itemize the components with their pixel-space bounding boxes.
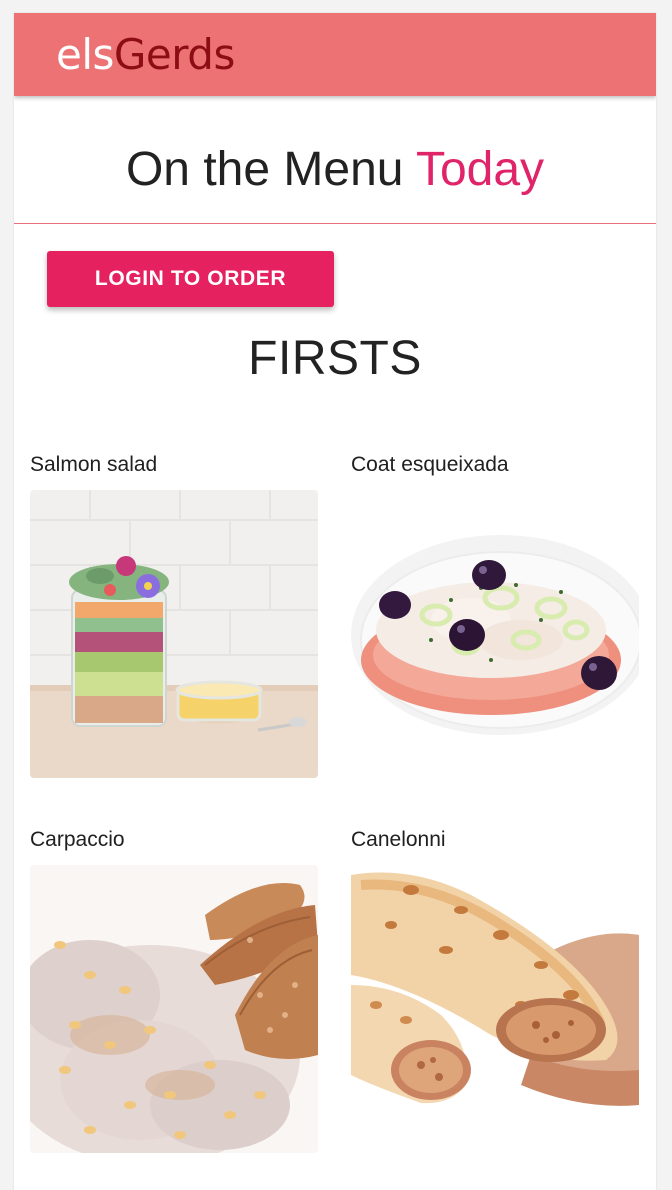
dish-name: Coat esqueixada bbox=[351, 453, 509, 476]
dish-name: Salmon salad bbox=[30, 453, 158, 476]
browser-viewport: elsGerds On the Menu Today LOGIN TO ORDE… bbox=[0, 0, 672, 1190]
dish-name: Canelonni bbox=[351, 828, 446, 851]
brand-logo[interactable]: elsGerds bbox=[56, 29, 235, 81]
carpaccio-image[interactable] bbox=[30, 865, 318, 1153]
page-title-main: On the Menu bbox=[125, 143, 416, 196]
esqueixada-plate-image[interactable] bbox=[351, 490, 639, 778]
brand-logo-part2: Gerds bbox=[113, 30, 235, 79]
hero-section: On the Menu Today bbox=[14, 96, 656, 224]
salad-jar-image[interactable] bbox=[30, 490, 318, 778]
brand-logo-part1: els bbox=[56, 30, 114, 79]
cannelloni-image[interactable] bbox=[351, 865, 639, 1153]
section-title: FIRSTS bbox=[248, 332, 422, 385]
app-bar: elsGerds bbox=[14, 13, 656, 96]
dish-card[interactable]: Carpaccio bbox=[30, 827, 318, 1153]
login-to-order-button[interactable]: LOGIN TO ORDER bbox=[47, 251, 334, 307]
dish-card[interactable]: Coat esqueixada bbox=[351, 452, 639, 778]
dish-name: Carpaccio bbox=[30, 828, 125, 851]
dish-card[interactable]: Salmon salad bbox=[30, 452, 318, 778]
app-frame: elsGerds On the Menu Today LOGIN TO ORDE… bbox=[14, 13, 656, 1190]
dish-card[interactable]: Canelonni bbox=[351, 827, 639, 1153]
page-title: On the Menu Today bbox=[14, 96, 656, 198]
page-title-accent: Today bbox=[415, 143, 545, 196]
